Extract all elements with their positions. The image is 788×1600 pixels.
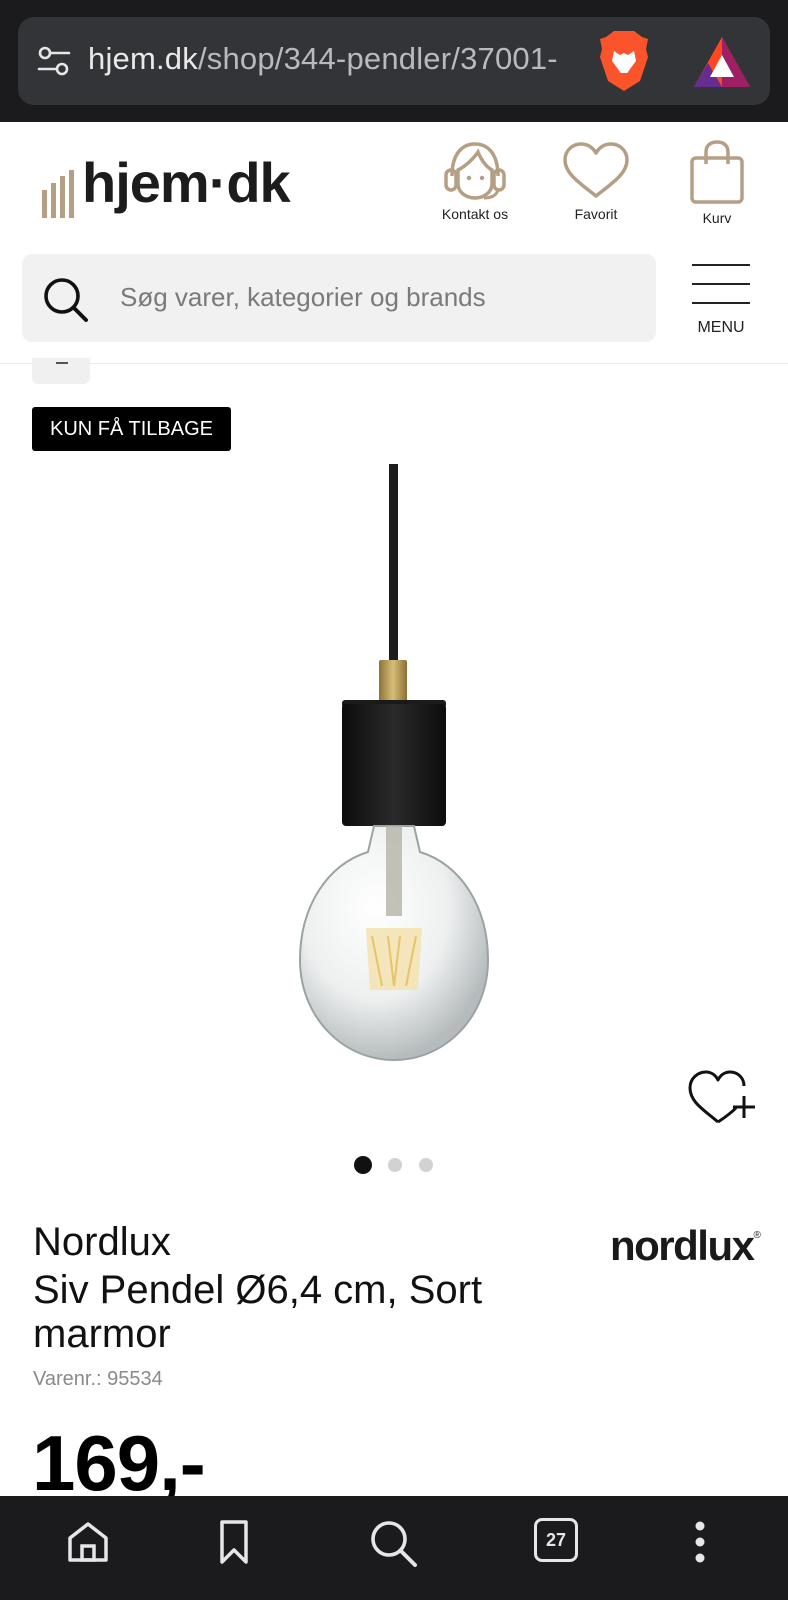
home-icon [68,1522,108,1562]
logo-bars-icon [42,170,74,218]
bat-rewards-icon[interactable] [692,35,752,91]
brave-lion-icon[interactable] [596,29,652,93]
url-text[interactable]: hjem.dk/shop/344-pendler/37001- [88,41,578,77]
url-host: hjem.dk [88,41,198,76]
site-logo[interactable]: hjem·dk [42,151,291,232]
registered-mark: ® [753,1230,761,1241]
cart-button[interactable]: Kurv [667,140,767,240]
menu-button[interactable]: MENU [688,264,754,344]
address-bar[interactable]: hjem.dk/shop/344-pendler/37001- [18,17,770,105]
collapsed-tab[interactable] [32,358,90,384]
favorite-label: Favorit [574,206,618,222]
tabs-button[interactable]: 27 [534,1518,594,1578]
product-title: Siv Pendel Ø6,4 cm, Sort marmor [33,1268,483,1356]
brand-logo-text: nordlux [610,1222,755,1269]
url-path: /shop/344-pendler/37001- [197,41,558,76]
favorite-button[interactable]: Favorit [546,140,646,240]
bookmark-icon [220,1520,248,1564]
tune-icon[interactable] [36,43,72,79]
carousel-indicator [352,1156,442,1178]
browser-bottom-nav: 27 [0,1496,788,1600]
heart-icon [563,142,629,198]
logo-text: hjem·dk [82,151,291,214]
home-button[interactable] [64,1518,124,1578]
brand-logo[interactable]: nordlux® [610,1222,761,1270]
browser-toolbar: hjem.dk/shop/344-pendler/37001- [0,0,788,122]
search-placeholder: Søg varer, kategorier og brands [120,282,486,312]
contact-label: Kontakt os [441,206,509,222]
hamburger-icon [692,264,750,266]
more-icon [695,1521,705,1563]
tabs-icon: 27 [534,1518,578,1562]
menu-label: MENU [697,319,745,336]
more-button[interactable] [680,1518,740,1578]
product-image[interactable] [270,460,520,1080]
search-input[interactable]: Søg varer, kategorier og brands [22,254,656,342]
carousel-dot-3[interactable] [419,1158,433,1172]
stock-badge: KUN FÅ TILBAGE [32,407,232,451]
product-sku: Varenr.: 95534 [33,1368,163,1390]
bookmarks-button[interactable] [210,1518,270,1578]
cart-label: Kurv [702,210,732,226]
search-icon [371,1521,417,1567]
shopping-bag-icon [690,140,744,204]
product-brand[interactable]: Nordlux [33,1220,171,1265]
carousel-dot-1[interactable] [354,1156,372,1174]
contact-button[interactable]: Kontakt os [425,140,525,240]
carousel-dot-2[interactable] [388,1158,402,1172]
site-header: hjem·dk Kontakt os Favorit Kurv Søg vare… [0,122,788,364]
search-button[interactable] [368,1518,428,1578]
search-icon [44,278,88,322]
headset-person-icon [444,142,506,200]
add-to-favorites-icon[interactable] [688,1068,758,1128]
